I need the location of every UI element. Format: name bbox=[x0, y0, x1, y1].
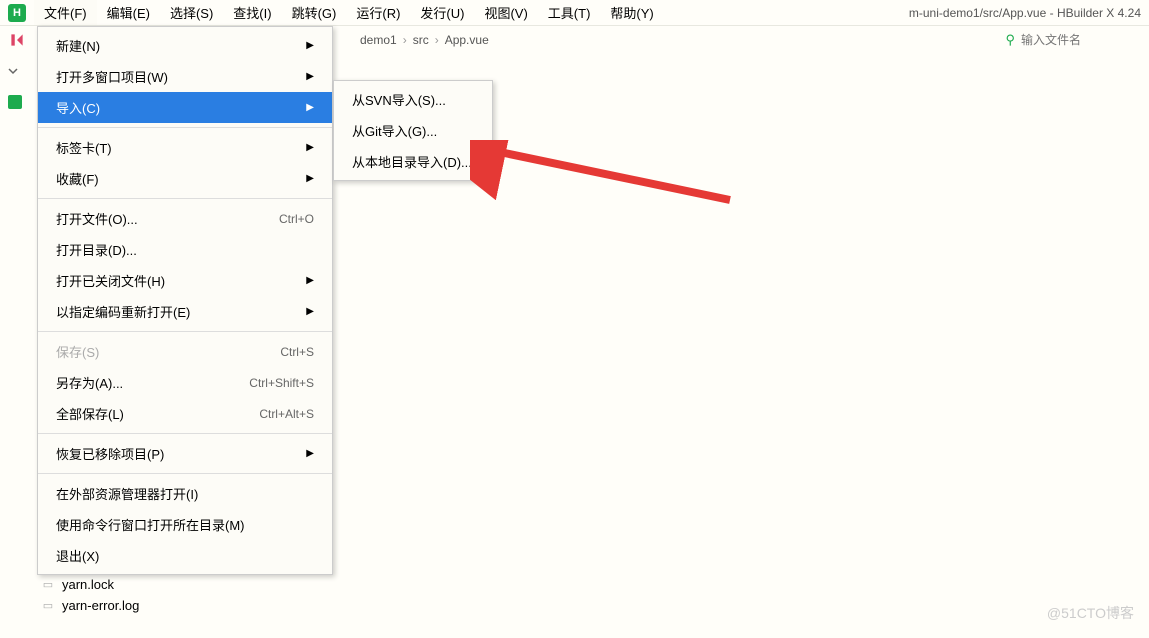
dropdown-item[interactable]: 退出(X) bbox=[38, 540, 332, 571]
dropdown-item[interactable]: 打开文件(O)...Ctrl+O bbox=[38, 203, 332, 234]
dropdown-item[interactable]: 恢复已移除项目(P)▶ bbox=[38, 438, 332, 469]
dropdown-shortcut: Ctrl+O bbox=[279, 212, 314, 226]
dropdown-item-label: 打开目录(D)... bbox=[56, 240, 314, 259]
dropdown-item-label: 导入(C) bbox=[56, 98, 306, 117]
dropdown-shortcut: Ctrl+Shift+S bbox=[249, 376, 314, 390]
menu-help[interactable]: 帮助(Y) bbox=[600, 0, 663, 25]
dropdown-item-label: 保存(S) bbox=[56, 342, 280, 361]
dropdown-item[interactable]: 标签卡(T)▶ bbox=[38, 132, 332, 163]
file-name: yarn-error.log bbox=[62, 598, 139, 613]
watermark: @51CTO博客 bbox=[1047, 603, 1134, 623]
search-icon[interactable]: ⚲ bbox=[1005, 32, 1015, 48]
menu-goto[interactable]: 跳转(G) bbox=[282, 0, 347, 25]
dropdown-item-label: 使用命令行窗口打开所在目录(M) bbox=[56, 515, 314, 534]
file-file-icon: ▭ bbox=[40, 599, 56, 612]
menu-select[interactable]: 选择(S) bbox=[160, 0, 223, 25]
dropdown-item[interactable]: 在外部资源管理器打开(I) bbox=[38, 478, 332, 509]
dropdown-item-label: 新建(N) bbox=[56, 36, 306, 55]
dropdown-item-label: 标签卡(T) bbox=[56, 138, 306, 157]
submenu-item[interactable]: 从本地目录导入(D)... bbox=[334, 146, 492, 177]
dropdown-item[interactable]: 保存(S)Ctrl+S bbox=[38, 336, 332, 367]
menu-publish[interactable]: 发行(U) bbox=[410, 0, 474, 25]
menu-run[interactable]: 运行(R) bbox=[346, 0, 410, 25]
dropdown-item-label: 另存为(A)... bbox=[56, 373, 249, 392]
dropdown-item[interactable]: 另存为(A)...Ctrl+Shift+S bbox=[38, 367, 332, 398]
dropdown-item-label: 以指定编码重新打开(E) bbox=[56, 302, 306, 321]
menu-view[interactable]: 视图(V) bbox=[474, 0, 537, 25]
dropdown-item[interactable]: 以指定编码重新打开(E)▶ bbox=[38, 296, 332, 327]
dropdown-item-label: 打开已关闭文件(H) bbox=[56, 271, 306, 290]
menubar: H 文件(F) 编辑(E) 选择(S) 查找(I) 跳转(G) 运行(R) 发行… bbox=[0, 0, 1149, 26]
search-box: ⚲ bbox=[1005, 32, 1141, 48]
breadcrumb-seg[interactable]: App.vue bbox=[445, 33, 489, 47]
dropdown-item-label: 收藏(F) bbox=[56, 169, 306, 188]
chevron-right-icon: ▶ bbox=[306, 275, 314, 286]
submenu-item[interactable]: 从Git导入(G)... bbox=[334, 115, 492, 146]
menu-find[interactable]: 查找(I) bbox=[223, 0, 281, 25]
dropdown-item-label: 恢复已移除项目(P) bbox=[56, 444, 306, 463]
dropdown-separator bbox=[38, 127, 332, 128]
chevron-right-icon: ▶ bbox=[306, 71, 314, 82]
app-sidebar-icon[interactable] bbox=[6, 93, 24, 111]
file-name: yarn.lock bbox=[62, 577, 114, 592]
chevron-right-icon: ▶ bbox=[306, 142, 314, 153]
app-icon: H bbox=[8, 4, 26, 22]
dropdown-item[interactable]: 打开多窗口项目(W)▶ bbox=[38, 61, 332, 92]
menu-edit[interactable]: 编辑(E) bbox=[97, 0, 160, 25]
breadcrumb-seg[interactable]: src bbox=[413, 33, 429, 47]
file-file-icon: ▭ bbox=[40, 578, 56, 591]
dropdown-item[interactable]: 打开目录(D)... bbox=[38, 234, 332, 265]
dropdown-item[interactable]: 收藏(F)▶ bbox=[38, 163, 332, 194]
dropdown-item[interactable]: 导入(C)▶ bbox=[38, 92, 332, 123]
dropdown-item[interactable]: 全部保存(L)Ctrl+Alt+S bbox=[38, 398, 332, 429]
dropdown-shortcut: Ctrl+Alt+S bbox=[259, 407, 314, 421]
dropdown-item-label: 全部保存(L) bbox=[56, 404, 259, 423]
dropdown-item-label: 退出(X) bbox=[56, 546, 314, 565]
chevron-right-icon: ▶ bbox=[306, 40, 314, 51]
window-title: m-uni-demo1/src/App.vue - HBuilder X 4.2… bbox=[909, 6, 1141, 20]
sidebar bbox=[0, 54, 30, 638]
breadcrumb: demo1 › src › App.vue bbox=[360, 33, 489, 47]
dropdown-item-label: 打开多窗口项目(W) bbox=[56, 67, 306, 86]
chevron-right-icon: ▶ bbox=[306, 173, 314, 184]
dropdown-item[interactable]: 打开已关闭文件(H)▶ bbox=[38, 265, 332, 296]
submenu-item[interactable]: 从SVN导入(S)... bbox=[334, 84, 492, 115]
dropdown-separator bbox=[38, 331, 332, 332]
breadcrumb-seg[interactable]: demo1 bbox=[360, 33, 397, 47]
file-item[interactable]: ▭ yarn-error.log bbox=[40, 595, 142, 616]
menu-tools[interactable]: 工具(T) bbox=[538, 0, 601, 25]
dropdown-item[interactable]: 新建(N)▶ bbox=[38, 30, 332, 61]
dropdown-separator bbox=[38, 433, 332, 434]
chevron-right-icon: ▶ bbox=[306, 102, 314, 113]
import-submenu: 从SVN导入(S)...从Git导入(G)...从本地目录导入(D)... bbox=[333, 80, 493, 181]
file-menu-dropdown: 新建(N)▶打开多窗口项目(W)▶导入(C)▶标签卡(T)▶收藏(F)▶打开文件… bbox=[37, 26, 333, 575]
breadcrumb-sep: › bbox=[435, 33, 439, 47]
menu-file[interactable]: 文件(F) bbox=[34, 0, 97, 25]
chevron-right-icon: ▶ bbox=[306, 448, 314, 459]
dropdown-item[interactable]: 使用命令行窗口打开所在目录(M) bbox=[38, 509, 332, 540]
search-input[interactable] bbox=[1021, 33, 1141, 47]
tree-collapse-icon[interactable] bbox=[6, 64, 20, 78]
dropdown-shortcut: Ctrl+S bbox=[280, 345, 314, 359]
toolbar-back-icon[interactable] bbox=[8, 31, 26, 49]
dropdown-item-label: 打开文件(O)... bbox=[56, 209, 279, 228]
dropdown-separator bbox=[38, 198, 332, 199]
file-item[interactable]: ▭ yarn.lock bbox=[40, 574, 142, 595]
dropdown-item-label: 在外部资源管理器打开(I) bbox=[56, 484, 314, 503]
breadcrumb-sep: › bbox=[403, 33, 407, 47]
chevron-right-icon: ▶ bbox=[306, 306, 314, 317]
dropdown-separator bbox=[38, 473, 332, 474]
